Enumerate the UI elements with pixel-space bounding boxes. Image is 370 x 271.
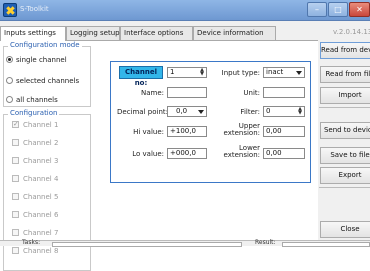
tab-strip: Inputs settings Logging setup Interface … <box>0 26 304 41</box>
status-bar: Tasks: Result: <box>0 239 370 247</box>
configuration-title: Configuration <box>8 109 60 118</box>
radio-indicator <box>6 96 13 103</box>
action-panel: Read from device Read from file Import S… <box>318 40 370 246</box>
channel-3-checkbox[interactable]: Channel 3 <box>12 157 58 165</box>
radio-selected-channels[interactable]: selected channels <box>6 77 79 85</box>
checkbox-label: Channel 1 <box>23 121 59 129</box>
radio-label: all channels <box>16 96 58 104</box>
lower-extension-field[interactable]: 0,00 <box>263 148 305 159</box>
channel-1-checkbox[interactable]: Channel 1 <box>12 120 59 129</box>
channel-no-stepper[interactable]: 1 ▲ ▼ <box>167 67 207 78</box>
checkbox-label: Channel 7 <box>23 229 59 237</box>
checkbox-label: Channel 4 <box>23 175 59 183</box>
app-logo-icon <box>3 3 17 17</box>
export-button[interactable]: Export <box>320 167 370 184</box>
channel-7-checkbox[interactable]: Channel 7 <box>12 229 58 237</box>
input-type-value: inact <box>266 68 284 76</box>
unit-label: Unit: <box>243 89 260 97</box>
channel-2-checkbox[interactable]: Channel 2 <box>12 139 58 147</box>
checkbox-label: Channel 5 <box>23 193 59 201</box>
checkbox-label: Channel 2 <box>23 139 59 147</box>
version-label: v.2.0.14.13 <box>333 28 370 36</box>
save-to-file-button[interactable]: Save to file <box>320 147 370 164</box>
maximize-button[interactable]: □ <box>328 2 348 17</box>
separator <box>319 187 370 188</box>
import-button[interactable]: Import <box>320 87 370 104</box>
name-field[interactable] <box>167 87 207 98</box>
decimal-point-label: Decimal point: <box>117 108 168 116</box>
filter-value: 0 <box>266 107 271 115</box>
minimize-button[interactable]: – <box>307 2 327 17</box>
read-from-file-button[interactable]: Read from file <box>320 66 370 83</box>
checkbox-box <box>12 139 19 146</box>
radio-indicator <box>6 77 13 84</box>
hi-value-label: Hi value: <box>133 128 164 136</box>
read-from-device-button[interactable]: Read from device <box>320 42 370 59</box>
close-window-button[interactable]: ✕ <box>349 2 370 17</box>
title-bar: S-Toolkit – □ ✕ <box>0 0 370 21</box>
result-field <box>282 242 370 247</box>
name-label: Name: <box>140 89 164 97</box>
configuration-group: Configuration Channel 1 Channel 2 Channe… <box>3 109 91 271</box>
separator <box>319 107 370 108</box>
upper-extension-field[interactable]: 0,00 <box>263 126 305 137</box>
spinner-arrows-icon[interactable]: ▲ ▼ <box>199 68 205 77</box>
input-type-select[interactable]: inact <box>263 67 305 78</box>
app-window: S-Toolkit – □ ✕ Inputs settings Logging … <box>0 0 370 271</box>
upper-extension-label: Upper extension: <box>223 122 260 137</box>
radio-all-channels[interactable]: all channels <box>6 96 58 104</box>
checkbox-box <box>12 193 19 200</box>
radio-indicator <box>6 56 13 63</box>
checkbox-box <box>12 120 19 128</box>
lo-value-label: Lo value: <box>132 150 164 158</box>
radio-label: selected channels <box>16 77 80 85</box>
checkbox-label: Channel 6 <box>23 211 59 219</box>
hi-value-field[interactable]: +100,0 <box>167 126 207 137</box>
filter-label: Filter: <box>240 108 260 116</box>
channel-6-checkbox[interactable]: Channel 6 <box>12 211 58 219</box>
lower-extension-label: Lower extension: <box>223 144 260 159</box>
channel-5-checkbox[interactable]: Channel 5 <box>12 193 58 201</box>
configuration-mode-title: Configuration mode <box>8 41 82 50</box>
radio-label: single channel <box>16 56 67 64</box>
close-button[interactable]: Close <box>320 221 370 238</box>
checkbox-box <box>12 211 19 218</box>
filter-stepper[interactable]: 0 ▲ ▼ <box>263 106 305 117</box>
unit-field[interactable] <box>263 87 305 98</box>
checkbox-box <box>12 175 19 182</box>
spinner-arrows-icon[interactable]: ▲ ▼ <box>297 107 303 116</box>
checkbox-box <box>12 157 19 164</box>
tab-inputs-settings[interactable]: Inputs settings <box>0 26 66 41</box>
channel-no-value: 1 <box>170 68 175 76</box>
checkbox-label: Channel 3 <box>23 157 59 165</box>
channel-no-button[interactable]: Channel no: <box>119 66 163 87</box>
dropdown-arrow-icon <box>198 110 204 114</box>
configuration-mode-group: Configuration mode single channel select… <box>3 41 91 107</box>
send-to-device-button[interactable]: Send to device <box>320 122 370 139</box>
input-type-label: Input type: <box>221 69 260 77</box>
checkbox-box <box>12 247 19 254</box>
tasks-label: Tasks: <box>22 239 41 246</box>
tasks-field <box>52 242 242 247</box>
window-title: S-Toolkit <box>20 5 49 13</box>
dropdown-arrow-icon <box>296 71 302 75</box>
lo-value-field[interactable]: +000,0 <box>167 148 207 159</box>
tab-interface-options[interactable]: Interface options <box>120 26 193 40</box>
tab-logging-setup[interactable]: Logging setup <box>66 26 120 40</box>
channel-4-checkbox[interactable]: Channel 4 <box>12 175 58 183</box>
result-label: Result: <box>255 239 276 246</box>
inputs-settings-pane: Configuration mode single channel select… <box>0 40 318 271</box>
radio-single-channel[interactable]: single channel <box>6 56 67 64</box>
decimal-point-value: 0,0 <box>176 107 188 115</box>
channel-8-checkbox[interactable]: Channel 8 <box>12 247 58 255</box>
checkbox-label: Channel 8 <box>23 247 59 255</box>
decimal-point-select[interactable]: 0,0 <box>167 106 207 117</box>
checkbox-box <box>12 229 19 236</box>
tab-device-information[interactable]: Device information <box>193 26 276 40</box>
